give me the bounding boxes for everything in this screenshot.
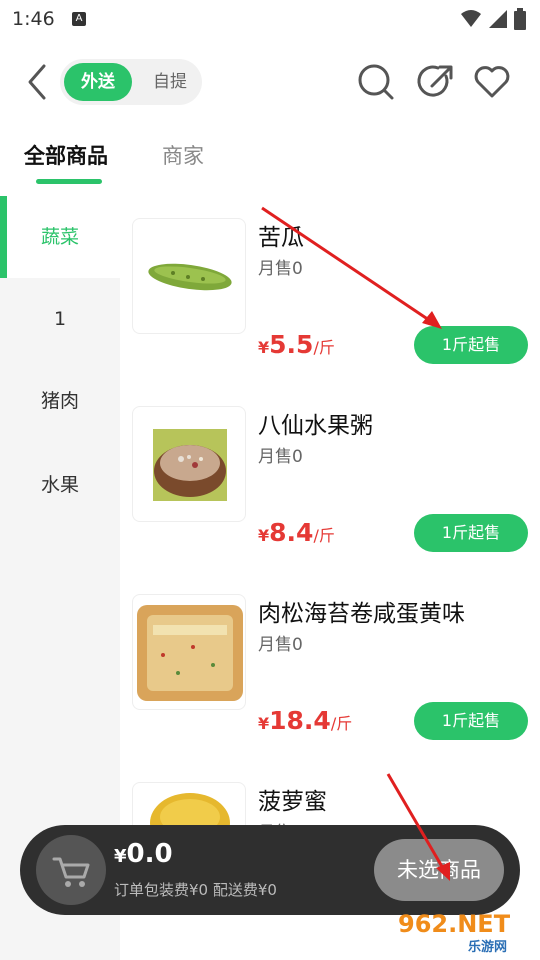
- sidebar-item-1[interactable]: 1: [0, 278, 120, 360]
- back-icon[interactable]: [22, 62, 52, 102]
- heart-icon[interactable]: [472, 62, 512, 102]
- cart-price-symbol: ¥: [114, 846, 127, 867]
- status-bar: 1:46 A: [0, 0, 540, 40]
- cart-fees: 订单包装费¥0 配送费¥0: [114, 881, 277, 899]
- min-order-button[interactable]: 1斤起售: [414, 702, 528, 740]
- product-sales: 月售0: [258, 635, 303, 655]
- product-image[interactable]: [132, 594, 246, 710]
- product-item[interactable]: 八仙水果粥 月售0 ¥8.4/斤 1斤起售: [120, 384, 540, 572]
- price-unit: /斤: [313, 338, 335, 357]
- shopping-cart-icon: [52, 857, 90, 887]
- pickup-option[interactable]: 自提: [144, 63, 196, 101]
- product-name: 肉松海苔卷咸蛋黄味: [258, 601, 465, 627]
- price-value: 5.5: [269, 330, 314, 359]
- watermark-logo: 962.NET 乐游网: [398, 908, 534, 956]
- signal-icon: [489, 10, 507, 28]
- product-sales: 月售0: [258, 259, 303, 279]
- tab-bar: 全部商品 商家: [0, 130, 540, 190]
- fruit-porridge-image: [153, 429, 227, 501]
- price-value: 8.4: [269, 518, 314, 547]
- cart-bar: ¥0.0 订单包装费¥0 配送费¥0 未选商品: [20, 825, 520, 915]
- sidebar-item-fruit[interactable]: 水果: [0, 444, 120, 526]
- watermark-sub: 乐游网: [468, 940, 508, 955]
- product-image[interactable]: [132, 406, 246, 522]
- delivery-mode-toggle[interactable]: 外送 自提: [60, 59, 202, 105]
- price-unit: /斤: [313, 526, 335, 545]
- min-order-button[interactable]: 1斤起售: [414, 326, 528, 364]
- price-symbol: ¥: [258, 526, 270, 545]
- battery-icon: [514, 8, 526, 30]
- price-unit: /斤: [330, 714, 353, 733]
- header: 外送 自提: [0, 52, 540, 112]
- product-image[interactable]: [132, 218, 246, 334]
- cart-total-value: 0.0: [126, 839, 173, 869]
- product-sales: 月售0: [258, 447, 303, 467]
- sidebar-item-vegetables[interactable]: 蔬菜: [0, 196, 120, 278]
- tab-merchant[interactable]: 商家: [162, 140, 204, 170]
- product-price: ¥18.4/斤: [258, 706, 352, 735]
- product-price: ¥5.5/斤: [258, 330, 335, 359]
- product-name: 菠萝蜜: [258, 789, 327, 815]
- sidebar-item-pork[interactable]: 猪肉: [0, 360, 120, 442]
- search-icon[interactable]: [356, 62, 396, 102]
- price-symbol: ¥: [258, 714, 270, 733]
- price-value: 18.4: [269, 706, 331, 735]
- tab-underline: [36, 179, 102, 184]
- wifi-icon: [461, 10, 481, 27]
- sidebar-item-label: 水果: [40, 474, 79, 496]
- cart-button[interactable]: [36, 835, 106, 905]
- cart-total: ¥0.0: [114, 839, 173, 869]
- sidebar-item-label: 猪肉: [40, 390, 79, 412]
- active-indicator: [0, 196, 7, 278]
- delivery-option[interactable]: 外送: [64, 63, 132, 101]
- share-icon[interactable]: [416, 62, 456, 102]
- bitter-gourd-image: [148, 263, 232, 291]
- notification-icon: A: [72, 12, 86, 26]
- min-order-button[interactable]: 1斤起售: [414, 514, 528, 552]
- sidebar-item-label: 1: [53, 308, 67, 330]
- watermark-brand: 962.NET: [398, 910, 511, 938]
- checkout-button[interactable]: 未选商品: [374, 839, 504, 901]
- product-item[interactable]: 肉松海苔卷咸蛋黄味 月售0 ¥18.4/斤 1斤起售: [120, 572, 540, 760]
- product-name: 苦瓜: [258, 225, 304, 251]
- price-symbol: ¥: [258, 338, 270, 357]
- status-icons: [460, 8, 526, 30]
- product-name: 八仙水果粥: [258, 413, 373, 439]
- status-time: 1:46: [12, 8, 55, 30]
- product-item[interactable]: 苦瓜 月售0 ¥5.5/斤 1斤起售: [120, 196, 540, 384]
- product-price: ¥8.4/斤: [258, 518, 335, 547]
- seaweed-roll-image: [137, 605, 243, 701]
- tab-all-goods[interactable]: 全部商品: [24, 140, 108, 170]
- sidebar-item-label: 蔬菜: [40, 226, 79, 248]
